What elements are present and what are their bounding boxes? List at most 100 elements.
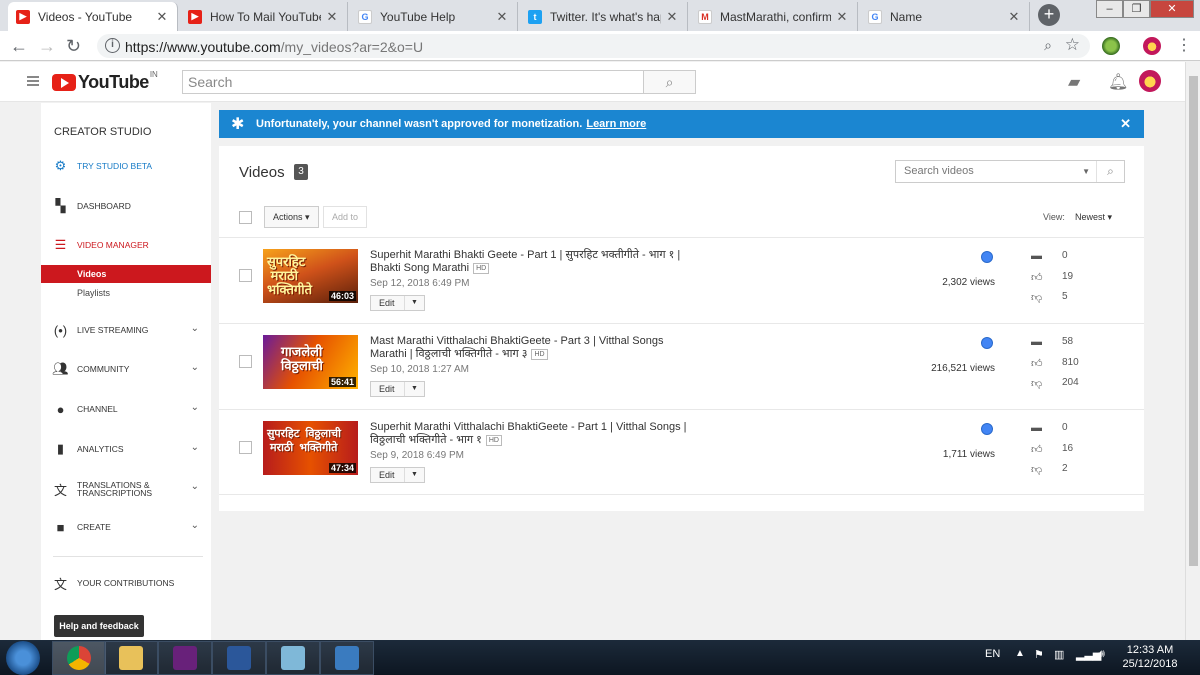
window-close-button[interactable]: ✕ [1150,0,1194,18]
close-icon[interactable]: ✕ [325,9,339,25]
tab-twitter[interactable]: t Twitter. It's what's happ ✕ [520,2,688,31]
video-title-link[interactable]: Superhit Marathi Vitthalachi BhaktiGeete… [370,421,690,447]
taskbar-visual-studio[interactable] [158,641,212,675]
row-checkbox[interactable] [239,441,252,454]
hamburger-menu-icon[interactable] [27,76,39,86]
close-icon[interactable]: ✕ [495,9,509,25]
video-title-link[interactable]: Mast Marathi Vitthalachi BhaktiGeete - P… [370,335,690,361]
dropdown-arrow-icon[interactable]: ▼ [404,382,424,396]
dropdown-arrow-icon[interactable]: ▼ [1082,161,1090,182]
extension-icon[interactable] [1102,37,1120,55]
tab-name[interactable]: G Name ✕ [860,2,1030,31]
sidebar-item-analytics[interactable]: ▮ ANALYTICS ⌄ [41,439,211,459]
actions-dropdown[interactable]: Actions ▾ [264,206,319,228]
close-icon[interactable]: ✕ [1120,116,1131,132]
tab-gmail[interactable]: M MastMarathi, confirm yo ✕ [690,2,858,31]
edit-button[interactable]: Edit ▼ [370,467,425,483]
sidebar-item-create[interactable]: ■ CREATE ⌄ [41,517,211,537]
search-icon[interactable]: ⌕ [1096,161,1124,182]
taskbar-clock[interactable]: 12:33 AM 25/12/2018 [1120,643,1180,671]
taskbar-chrome[interactable] [52,641,106,675]
language-indicator[interactable]: EN [985,648,1000,660]
taskbar-app[interactable] [320,641,374,675]
select-all-checkbox[interactable] [239,211,252,224]
avatar[interactable] [1139,70,1161,92]
help-and-feedback-button[interactable]: Help and feedback [54,615,144,637]
minimize-button[interactable]: – [1096,0,1123,18]
volume-icon[interactable]: 🔊︎ [1098,648,1105,661]
actions-label: Actions [273,212,303,222]
sidebar-item-video-manager[interactable]: ☰ VIDEO MANAGER [41,235,211,255]
chrome-menu-icon[interactable]: ⋮ [1176,36,1192,56]
chevron-down-icon[interactable]: ⌄ [191,520,199,531]
tab-youtube-help[interactable]: G YouTube Help ✕ [350,2,518,31]
chevron-down-icon[interactable]: ⌄ [191,323,199,334]
tray-arrow-icon[interactable]: ▲ [1015,648,1025,659]
row-checkbox[interactable] [239,269,252,282]
device-icon[interactable]: ▥ [1054,648,1064,661]
taskbar-word[interactable] [212,641,266,675]
sidebar-item-your-contributions[interactable]: 文 YOUR CONTRIBUTIONS [41,573,211,593]
sidebar-item-channel[interactable]: ● CHANNEL ⌄ [41,399,211,419]
sidebar-sub-playlists[interactable]: Playlists [41,284,211,302]
page-scrollbar[interactable] [1185,62,1200,640]
video-date: Sep 10, 2018 1:27 AM [370,364,469,375]
youtube-logo[interactable]: YouTube IN [52,70,158,93]
edit-button[interactable]: Edit ▼ [370,295,425,311]
tab-how-to-mail[interactable]: ▶ How To Mail YouTube Fo ✕ [180,2,348,31]
video-thumbnail[interactable]: सुपरहिट विठ्ठलाची मराठी भक्तिगीते 47:34 [263,421,358,475]
search-input[interactable]: Search [182,70,644,94]
video-thumbnail[interactable]: सुपरहिट मराठी भक्तिगीते 46:03 [263,249,358,303]
community-icon: 👥︎ [52,361,69,376]
sidebar-item-community[interactable]: 👥︎ COMMUNITY ⌄ [41,359,211,379]
table-row[interactable]: सुपरहिट विठ्ठलाची मराठी भक्तिगीते 47:34 … [219,409,1144,495]
windows-start-button[interactable] [6,641,40,675]
info-icon[interactable]: i [105,38,120,53]
chevron-down-icon[interactable]: ⌄ [191,481,199,492]
view-sort-dropdown[interactable]: Newest ▾ [1075,212,1112,223]
search-button[interactable]: ⌕ [643,70,696,94]
close-icon[interactable]: ✕ [155,9,169,25]
new-tab-button[interactable]: + [1038,4,1060,26]
scrollbar-thumb[interactable] [1189,76,1198,566]
table-row[interactable]: गाजलेली विठ्ठलाची 56:41 Mast Marathi Vitt… [219,323,1144,409]
video-title-link[interactable]: Superhit Marathi Bhakti Geete - Part 1 |… [370,249,690,275]
chevron-down-icon[interactable]: ⌄ [191,442,199,453]
add-to-button[interactable]: Add to [323,206,368,228]
taskbar-app[interactable] [266,641,320,675]
row-checkbox[interactable] [239,355,252,368]
edit-button[interactable]: Edit ▼ [370,381,425,397]
back-arrow-icon[interactable]: ← [10,36,28,56]
video-views: 2,302 views [942,277,995,288]
search-videos-input[interactable]: Search videos ▼ ⌕ [895,160,1125,183]
close-icon[interactable]: ✕ [1007,9,1021,25]
sidebar-sub-videos[interactable]: Videos [41,265,211,283]
sidebar-item-translations[interactable]: 文 TRANSLATIONS & TRANSCRIPTIONS ⌄ [41,478,211,500]
zoom-icon[interactable]: ⌕ [1044,37,1052,54]
learn-more-link[interactable]: Learn more [586,118,646,130]
dropdown-arrow-icon[interactable]: ▼ [404,296,424,310]
chevron-down-icon[interactable]: ⌄ [191,402,199,413]
sidebar-item-live-streaming[interactable]: (•) LIVE STREAMING ⌄ [41,320,211,340]
dropdown-arrow-icon[interactable]: ▼ [404,468,424,482]
close-icon[interactable]: ✕ [665,9,679,25]
taskbar-explorer[interactable] [104,641,158,675]
maximize-button[interactable]: ❐ [1123,0,1150,18]
notifications-bell-icon[interactable]: 🔔︎ [1108,72,1128,92]
chevron-down-icon[interactable]: ⌄ [191,362,199,373]
reload-icon[interactable]: ↻ [66,36,81,56]
sidebar-item-dashboard[interactable]: ▚ DASHBOARD [41,196,211,216]
profile-avatar-icon[interactable] [1143,37,1161,55]
bookmark-star-icon[interactable]: ☆ [1065,35,1080,55]
upload-video-icon[interactable]: ▰ [1068,72,1080,92]
table-row[interactable]: सुपरहिट मराठी भक्तिगीते 46:03 Superhit Ma… [219,237,1144,323]
tab-title: MastMarathi, confirm yo [720,9,831,24]
video-thumbnail[interactable]: गाजलेली विठ्ठलाची 56:41 [263,335,358,389]
google-icon: G [358,9,372,24]
sidebar-item-try-studio-beta[interactable]: ⚙ TRY STUDIO BETA [41,156,211,176]
tab-videos-youtube[interactable]: ▶ Videos - YouTube ✕ [8,2,178,31]
omnibox[interactable]: i https://www.youtube.com/my_videos?ar=2… [97,34,1090,58]
flag-icon[interactable]: ⚑ [1034,648,1044,661]
forward-arrow-icon[interactable]: → [38,36,56,56]
close-icon[interactable]: ✕ [835,9,849,25]
